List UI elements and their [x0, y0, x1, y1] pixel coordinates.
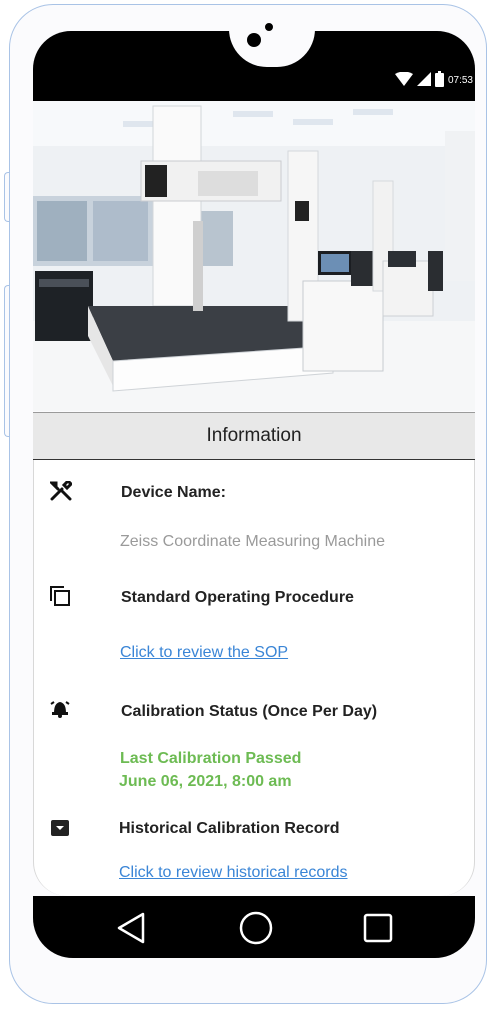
device-name-value: Zeiss Coordinate Measuring Machine — [120, 533, 386, 550]
historical-record-label: Historical Calibration Record — [119, 820, 340, 837]
calibration-result: Last Calibration Passed — [120, 750, 302, 767]
review-sop-link[interactable]: Click to review the SOP — [120, 644, 288, 662]
status-time: 07:53 — [447, 75, 473, 86]
front-camera — [247, 33, 261, 47]
section-header: Information — [33, 412, 475, 460]
home-icon[interactable] — [236, 910, 276, 946]
calibration-status-label: Calibration Status (Once Per Day) — [121, 703, 378, 720]
battery-icon — [434, 71, 444, 90]
bell-icon — [49, 697, 71, 719]
signal-icon — [416, 72, 431, 89]
review-history-link[interactable]: Click to review historical records — [119, 864, 348, 882]
notch — [229, 29, 315, 67]
sop-label: Standard Operating Procedure — [121, 589, 354, 606]
lab-illustration — [33, 101, 475, 411]
navigation-bar — [33, 896, 475, 958]
archive-icon — [49, 817, 71, 839]
calibration-date: June 06, 2021, 8:00 am — [119, 773, 292, 790]
hero-image — [33, 101, 475, 411]
wifi-icon — [394, 71, 413, 89]
device-name-label: Device Name: — [121, 484, 226, 501]
back-icon[interactable] — [111, 910, 151, 946]
recents-icon[interactable] — [358, 910, 398, 946]
tools-icon — [50, 480, 72, 502]
camera-dot — [264, 22, 274, 32]
info-panel: Device Name: Zeiss Coordinate Measuring … — [33, 460, 475, 896]
status-bar: 07:53 — [394, 71, 473, 90]
copy-icon — [49, 585, 71, 607]
